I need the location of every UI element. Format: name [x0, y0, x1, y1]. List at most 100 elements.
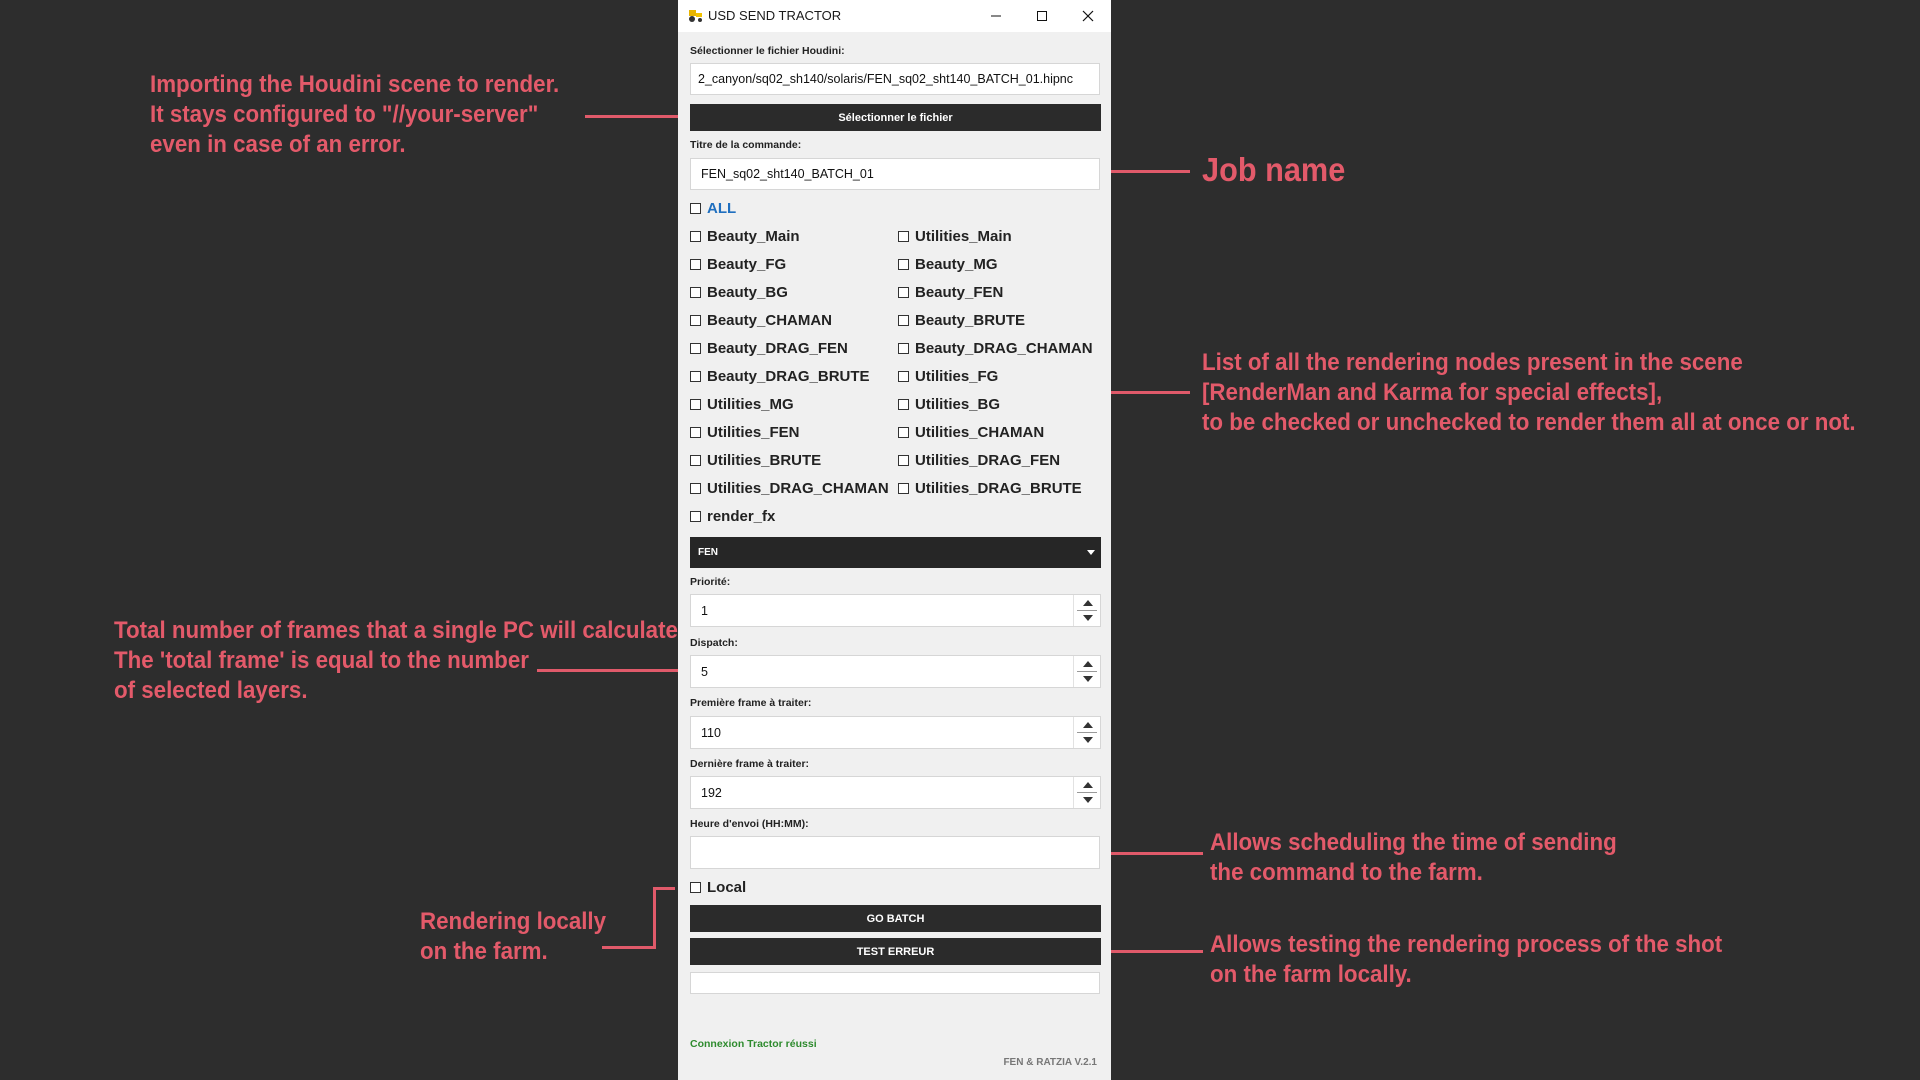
checkbox-layer[interactable]: Utilities_DRAG_BRUTE: [898, 480, 1082, 497]
first-frame-spinbox[interactable]: 110: [690, 716, 1101, 749]
checkbox-box[interactable]: [690, 511, 701, 522]
checkbox-box[interactable]: [690, 455, 701, 466]
checkbox-layer[interactable]: Utilities_CHAMAN: [898, 424, 1044, 441]
first-frame-value[interactable]: 110: [701, 726, 721, 740]
checkbox-local[interactable]: Local: [690, 879, 746, 896]
spin-down-icon[interactable]: [1083, 797, 1093, 803]
checkbox-layer[interactable]: Utilities_Main: [898, 228, 1012, 245]
checkbox-layer[interactable]: Utilities_BG: [898, 396, 1000, 413]
checkbox-box[interactable]: [898, 427, 909, 438]
annotation-test: Allows testing the rendering process of …: [1210, 931, 1723, 988]
checkbox-label: Utilities_CHAMAN: [915, 424, 1045, 441]
spin-down-icon[interactable]: [1083, 676, 1093, 682]
checkbox-box[interactable]: [898, 483, 909, 494]
dispatch-spinbox[interactable]: 5: [690, 655, 1101, 688]
maximize-button[interactable]: [1019, 0, 1065, 32]
checkbox-box[interactable]: [898, 399, 909, 410]
checkbox-layer[interactable]: Beauty_DRAG_CHAMAN: [898, 340, 1093, 357]
character-dropdown[interactable]: FEN: [690, 537, 1101, 568]
priority-spinbox[interactable]: 1: [690, 594, 1101, 627]
close-button[interactable]: [1065, 0, 1111, 32]
checkbox-layer[interactable]: Utilities_BRUTE: [690, 452, 821, 469]
checkbox-box[interactable]: [690, 882, 701, 893]
annotation-nodes: List of all the rendering nodes present …: [1202, 349, 1856, 436]
checkbox-label: Utilities_FEN: [707, 424, 800, 441]
checkbox-label: Beauty_BG: [707, 284, 788, 301]
checkbox-box[interactable]: [898, 231, 909, 242]
checkbox-layer[interactable]: Beauty_MG: [898, 256, 998, 273]
annotation-job-name: Job name: [1202, 151, 1346, 188]
go-batch-button[interactable]: GO BATCH: [690, 905, 1101, 932]
checkbox-box[interactable]: [690, 399, 701, 410]
checkbox-box[interactable]: [898, 259, 909, 270]
checkbox-label: Utilities_Main: [915, 228, 1012, 245]
version-label: FEN & RATZIA V.2.1: [1003, 1057, 1097, 1068]
checkbox-layer[interactable]: Beauty_FG: [690, 256, 786, 273]
last-frame-value[interactable]: 192: [701, 786, 722, 800]
checkbox-box[interactable]: [898, 343, 909, 354]
command-title-input[interactable]: FEN_sq02_sht140_BATCH_01: [690, 158, 1100, 190]
test-erreur-button[interactable]: TEST ERREUR: [690, 938, 1101, 965]
minimize-button[interactable]: [973, 0, 1019, 32]
checkbox-layer[interactable]: Beauty_CHAMAN: [690, 312, 832, 329]
checkbox-label: Utilities_MG: [707, 396, 794, 413]
checkbox-label: render_fx: [707, 508, 776, 525]
checkbox-box[interactable]: [690, 203, 701, 214]
checkbox-box[interactable]: [690, 315, 701, 326]
checkbox-layer[interactable]: Beauty_Main: [690, 228, 800, 245]
spin-up-icon[interactable]: [1083, 722, 1093, 728]
checkbox-box[interactable]: [690, 343, 701, 354]
checkbox-layer[interactable]: render_fx: [690, 508, 775, 525]
checkbox-box[interactable]: [690, 371, 701, 382]
file-path-input[interactable]: 2_canyon/sq02_sh140/solaris/FEN_sq02_sht…: [690, 63, 1100, 95]
checkbox-local-label: Local: [707, 879, 747, 896]
checkbox-box[interactable]: [690, 287, 701, 298]
connector-dispatch: [537, 669, 692, 672]
priority-value[interactable]: 1: [701, 604, 708, 618]
priority-label: Priorité:: [690, 576, 731, 588]
spin-down-icon[interactable]: [1083, 737, 1093, 743]
checkbox-box[interactable]: [690, 483, 701, 494]
spin-buttons[interactable]: [1073, 717, 1100, 748]
spin-buttons[interactable]: [1073, 595, 1100, 626]
maximize-icon: [1037, 11, 1047, 21]
checkbox-box[interactable]: [690, 259, 701, 270]
checkbox-box[interactable]: [898, 371, 909, 382]
checkbox-layer[interactable]: Beauty_DRAG_FEN: [690, 340, 848, 357]
checkbox-box[interactable]: [898, 287, 909, 298]
checkbox-box[interactable]: [690, 427, 701, 438]
checkbox-layer[interactable]: Utilities_MG: [690, 396, 794, 413]
checkbox-all[interactable]: ALL: [690, 200, 736, 217]
dispatch-label: Dispatch:: [690, 637, 738, 649]
checkbox-box[interactable]: [898, 455, 909, 466]
last-frame-spinbox[interactable]: 192: [690, 776, 1101, 809]
send-time-label: Heure d'envoi (HH:MM):: [690, 818, 809, 830]
checkbox-layer[interactable]: Utilities_DRAG_FEN: [898, 452, 1060, 469]
checkbox-layer[interactable]: Utilities_DRAG_CHAMAN: [690, 480, 889, 497]
spin-up-icon[interactable]: [1083, 782, 1093, 788]
checkbox-box[interactable]: [690, 231, 701, 242]
checkbox-layer[interactable]: Utilities_FEN: [690, 424, 800, 441]
checkbox-label: Beauty_Main: [707, 228, 800, 245]
checkbox-box[interactable]: [898, 315, 909, 326]
chevron-down-icon: [1087, 550, 1095, 555]
checkbox-layer[interactable]: Beauty_BRUTE: [898, 312, 1025, 329]
log-output-field[interactable]: [690, 972, 1100, 994]
checkbox-label: Beauty_BRUTE: [915, 312, 1026, 329]
checkbox-layer[interactable]: Beauty_BG: [690, 284, 788, 301]
minimize-icon: [991, 15, 1001, 17]
connector-local-h1: [602, 946, 656, 949]
dispatch-value[interactable]: 5: [701, 665, 708, 679]
checkbox-layer[interactable]: Beauty_FEN: [898, 284, 1003, 301]
checkbox-label: Beauty_FEN: [915, 284, 1004, 301]
spin-buttons[interactable]: [1073, 777, 1100, 808]
spin-up-icon[interactable]: [1083, 661, 1093, 667]
spin-up-icon[interactable]: [1083, 600, 1093, 606]
select-file-button[interactable]: Sélectionner le fichier: [690, 104, 1101, 131]
spin-buttons[interactable]: [1073, 656, 1100, 687]
spin-down-icon[interactable]: [1083, 615, 1093, 621]
checkbox-layer[interactable]: Beauty_DRAG_BRUTE: [690, 368, 870, 385]
checkbox-layer[interactable]: Utilities_FG: [898, 368, 998, 385]
send-time-input[interactable]: [690, 836, 1100, 869]
dropdown-value: FEN: [698, 547, 718, 558]
